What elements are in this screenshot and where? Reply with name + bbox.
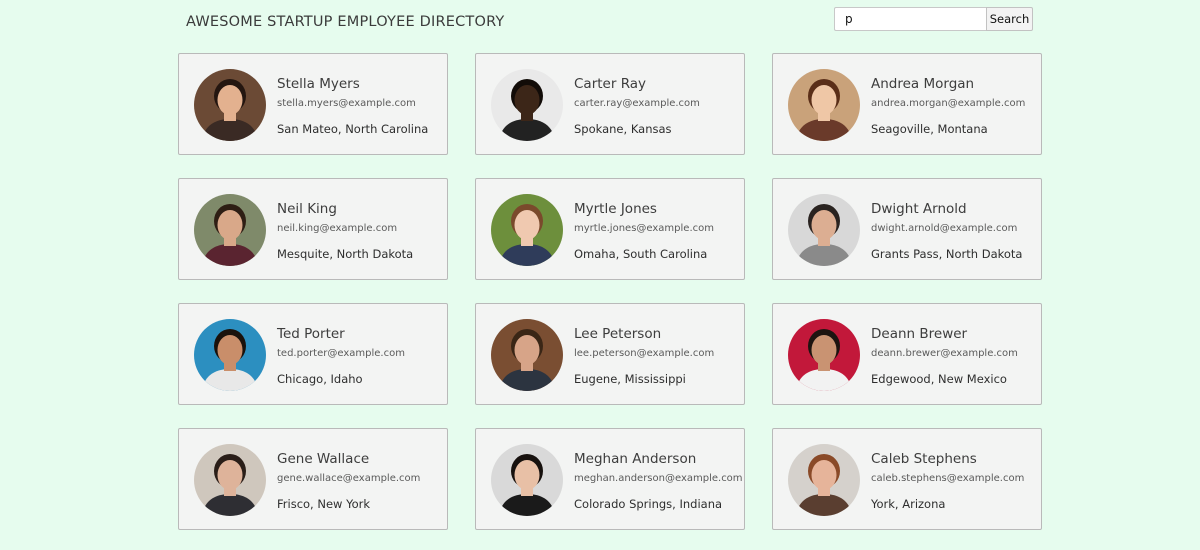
employee-name: Stella Myers <box>277 76 360 92</box>
employee-name: Deann Brewer <box>871 326 968 342</box>
employee-email: gene.wallace@example.com <box>277 473 421 484</box>
avatar-photo <box>491 444 563 516</box>
employee-location: York, Arizona <box>871 497 946 511</box>
search-input[interactable] <box>834 7 986 31</box>
avatar-photo <box>788 319 860 391</box>
avatar-photo <box>491 194 563 266</box>
employee-location: Omaha, South Carolina <box>574 247 708 261</box>
employee-name: Neil King <box>277 201 337 217</box>
employee-email: stella.myers@example.com <box>277 98 416 109</box>
employee-name: Ted Porter <box>277 326 345 342</box>
avatar-photo <box>491 69 563 141</box>
avatar <box>788 444 860 516</box>
employee-location: Frisco, New York <box>277 497 371 511</box>
employee-location: Eugene, Mississippi <box>574 372 686 386</box>
employee-name: Myrtle Jones <box>574 201 657 217</box>
employee-email: andrea.morgan@example.com <box>871 98 1026 109</box>
employee-email: meghan.anderson@example.com <box>574 473 743 484</box>
employee-card[interactable]: Stella Myers stella.myers@example.com Sa… <box>178 53 448 155</box>
employee-name: Lee Peterson <box>574 326 662 342</box>
employee-card[interactable]: Ted Porter ted.porter@example.com Chicag… <box>178 303 448 405</box>
avatar-photo <box>788 69 860 141</box>
search-form: Search <box>834 7 1033 31</box>
avatar-photo <box>788 444 860 516</box>
employee-name: Andrea Morgan <box>871 76 975 92</box>
avatar <box>491 69 563 141</box>
avatar <box>788 319 860 391</box>
employee-email: carter.ray@example.com <box>574 98 700 109</box>
avatar <box>194 194 266 266</box>
avatar <box>194 444 266 516</box>
avatar-photo <box>491 319 563 391</box>
employee-location: Grants Pass, North Dakota <box>871 247 1023 261</box>
employee-card[interactable]: Andrea Morgan andrea.morgan@example.com … <box>772 53 1042 155</box>
employee-location: Edgewood, New Mexico <box>871 372 1007 386</box>
avatar <box>788 194 860 266</box>
employee-name: Carter Ray <box>574 76 647 92</box>
avatar <box>194 69 266 141</box>
employee-card[interactable]: Dwight Arnold dwight.arnold@example.com … <box>772 178 1042 280</box>
employee-name: Meghan Anderson <box>574 451 697 467</box>
avatar <box>194 319 266 391</box>
employee-card[interactable]: Caleb Stephens caleb.stephens@example.co… <box>772 428 1042 530</box>
employee-card[interactable]: Meghan Anderson meghan.anderson@example.… <box>475 428 745 530</box>
employee-location: Mesquite, North Dakota <box>277 247 414 261</box>
avatar <box>788 69 860 141</box>
avatar <box>491 194 563 266</box>
employee-location: Colorado Springs, Indiana <box>574 497 723 511</box>
employee-card[interactable]: Lee Peterson lee.peterson@example.com Eu… <box>475 303 745 405</box>
employee-email: deann.brewer@example.com <box>871 348 1018 359</box>
employee-email: ted.porter@example.com <box>277 348 405 359</box>
employee-grid: Stella Myers stella.myers@example.com Sa… <box>178 53 1042 530</box>
employee-name: Dwight Arnold <box>871 201 967 217</box>
employee-card[interactable]: Gene Wallace gene.wallace@example.com Fr… <box>178 428 448 530</box>
employee-card[interactable]: Deann Brewer deann.brewer@example.com Ed… <box>772 303 1042 405</box>
avatar-photo <box>194 319 266 391</box>
page-header: AWESOME STARTUP EMPLOYEE DIRECTORY Searc… <box>0 0 1200 44</box>
employee-location: San Mateo, North Carolina <box>277 122 429 136</box>
avatar-photo <box>194 444 266 516</box>
employee-location: Spokane, Kansas <box>574 122 672 136</box>
employee-email: lee.peterson@example.com <box>574 348 715 359</box>
employee-email: neil.king@example.com <box>277 223 398 234</box>
employee-card[interactable]: Neil King neil.king@example.com Mesquite… <box>178 178 448 280</box>
avatar-photo <box>788 194 860 266</box>
avatar <box>491 319 563 391</box>
employee-location: Seagoville, Montana <box>871 122 988 136</box>
avatar <box>491 444 563 516</box>
employee-card[interactable]: Myrtle Jones myrtle.jones@example.com Om… <box>475 178 745 280</box>
employee-name: Caleb Stephens <box>871 451 977 467</box>
employee-email: myrtle.jones@example.com <box>574 223 714 234</box>
employee-card[interactable]: Carter Ray carter.ray@example.com Spokan… <box>475 53 745 155</box>
employee-location: Chicago, Idaho <box>277 372 363 386</box>
employee-email: caleb.stephens@example.com <box>871 473 1025 484</box>
page-title: AWESOME STARTUP EMPLOYEE DIRECTORY <box>186 14 505 30</box>
avatar-photo <box>194 194 266 266</box>
employee-email: dwight.arnold@example.com <box>871 223 1018 234</box>
avatar-photo <box>194 69 266 141</box>
search-button[interactable]: Search <box>986 7 1033 31</box>
employee-name: Gene Wallace <box>277 451 370 467</box>
